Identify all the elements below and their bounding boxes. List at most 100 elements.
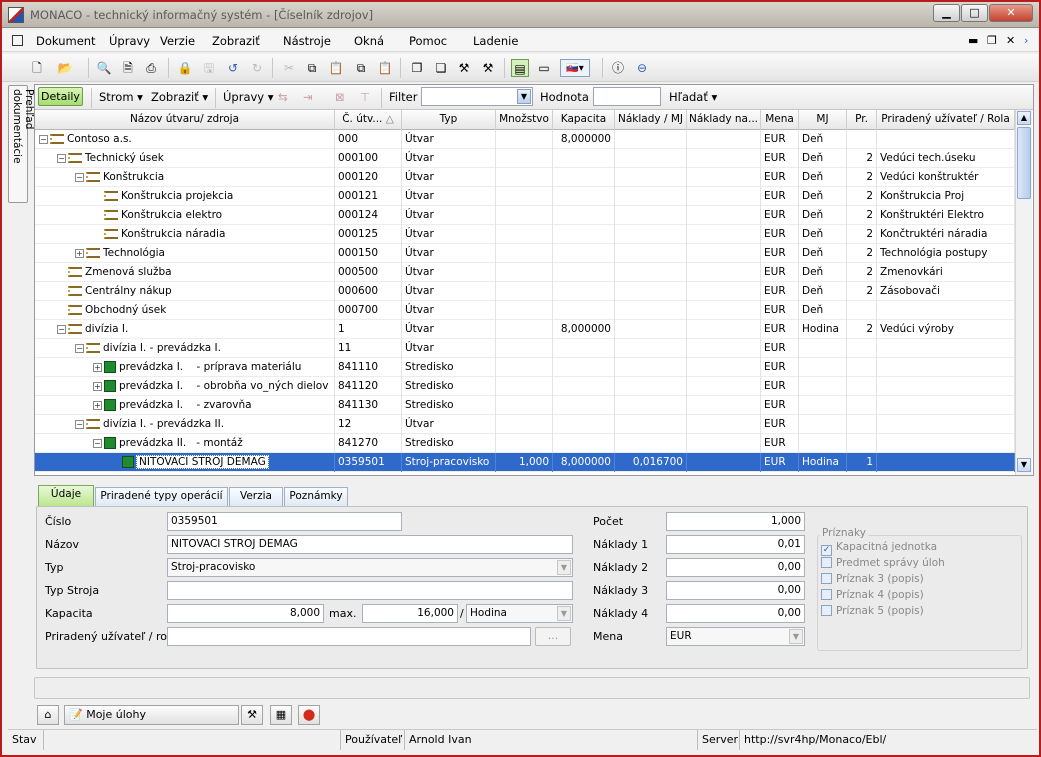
cell-mnozstvo[interactable] (496, 206, 553, 225)
collapse-icon[interactable]: − (93, 438, 102, 448)
cell-mena[interactable]: EUR (761, 244, 799, 263)
scroll-down-icon[interactable]: ▼ (1017, 458, 1031, 472)
cell-nazov[interactable]: − prevádzka II. - montáž (35, 434, 335, 453)
cell-uzivatel[interactable] (877, 434, 1015, 453)
windows-icon[interactable]: ❏ (432, 59, 450, 77)
cell-kapacita[interactable] (553, 225, 615, 244)
chevron-right-icon[interactable]: › (1024, 34, 1028, 47)
cell-uzivatel[interactable]: Konštruktéri Elektro (877, 206, 1015, 225)
cell-nakladyna[interactable] (687, 396, 761, 415)
cell-nakladyna[interactable] (687, 168, 761, 187)
home-doc-icon[interactable]: ⌂ (37, 705, 59, 725)
cell-pr[interactable] (847, 339, 877, 358)
menu-zobrazit[interactable]: Zobraziť (212, 34, 260, 48)
cell-kapacita[interactable] (553, 263, 615, 282)
chevron-down-icon[interactable]: ▼ (557, 560, 571, 575)
table-row[interactable]: Obchodný úsek 000700 Útvar EUR Deň (35, 301, 1015, 320)
cell-mena[interactable]: EUR (761, 377, 799, 396)
cell-mnozstvo[interactable] (496, 415, 553, 434)
max-field[interactable]: 16,000 (362, 604, 458, 623)
cell-typ[interactable]: Útvar (402, 339, 496, 358)
title-bar[interactable]: MONACO - technický informačný systém - [… (2, 2, 1039, 28)
cell-mj[interactable]: Deň (799, 206, 847, 225)
cell-cislo[interactable]: 000 (335, 130, 402, 149)
cell-naklady[interactable] (615, 301, 687, 320)
cell-mj[interactable]: Deň (799, 130, 847, 149)
expand-icon[interactable]: + (75, 248, 84, 258)
cell-cislo[interactable]: 1 (335, 320, 402, 339)
menu-upravy[interactable]: Úpravy (109, 34, 150, 48)
cell-cislo[interactable]: 12 (335, 415, 402, 434)
cell-naklady[interactable]: 0,016700 (615, 453, 687, 472)
table-row[interactable]: − Konštrukcia 000120 Útvar EUR Deň 2 Vedúci kon… (35, 168, 1015, 187)
cell-mj[interactable] (799, 377, 847, 396)
cell-kapacita[interactable] (553, 301, 615, 320)
table-row[interactable]: Konštrukcia náradia 000125 Útvar EUR Deň 2 Kon… (35, 225, 1015, 244)
cell-mj[interactable]: Deň (799, 168, 847, 187)
cell-naklady[interactable] (615, 206, 687, 225)
cell-uzivatel[interactable]: Končtruktéri náradia (877, 225, 1015, 244)
cislo-field[interactable]: 0359501 (167, 512, 402, 531)
cell-mena[interactable]: EUR (761, 320, 799, 339)
cell-mj[interactable]: Hodina (799, 320, 847, 339)
kapacita-field[interactable]: 8,000 (167, 604, 324, 623)
col-naklady-na[interactable]: Náklady na... (687, 110, 761, 130)
cell-typ[interactable]: Útvar (402, 206, 496, 225)
cell-nakladyna[interactable] (687, 453, 761, 472)
cell-nazov[interactable]: Zmenová služba (35, 263, 335, 282)
cell-mnozstvo[interactable] (496, 244, 553, 263)
checkbox-checked-icon[interactable]: ✓ (821, 545, 832, 556)
cell-mj[interactable]: Deň (799, 282, 847, 301)
cell-mnozstvo[interactable] (496, 339, 553, 358)
cell-mj[interactable]: Deň (799, 225, 847, 244)
cell-typ[interactable]: Stredisko (402, 358, 496, 377)
cell-mnozstvo[interactable] (496, 225, 553, 244)
tab-priradene-typy[interactable]: Priradené typy operácií (95, 487, 228, 506)
cell-uzivatel[interactable]: Technológia postupy (877, 244, 1015, 263)
cell-mena[interactable]: EUR (761, 168, 799, 187)
menu-verzie[interactable]: Verzie (160, 34, 195, 48)
strom-menu-button[interactable]: Strom ▾ (99, 90, 143, 104)
paste-icon[interactable]: 📋 (327, 59, 345, 77)
col-typ[interactable]: Typ (402, 110, 496, 130)
cell-naklady[interactable] (615, 149, 687, 168)
cell-nakladyna[interactable] (687, 149, 761, 168)
cell-mj[interactable]: Deň (799, 263, 847, 282)
scroll-up-icon[interactable]: ▲ (1017, 111, 1031, 125)
cell-cislo[interactable]: 000124 (335, 206, 402, 225)
cell-naklady[interactable] (615, 320, 687, 339)
collapse-icon[interactable]: − (57, 324, 66, 334)
new-document-icon[interactable]: 🗋 (28, 59, 46, 77)
cell-pr[interactable]: 2 (847, 149, 877, 168)
mena-select[interactable]: EUR ▼ (666, 627, 805, 646)
cell-mnozstvo[interactable] (496, 168, 553, 187)
cell-cislo[interactable]: 841130 (335, 396, 402, 415)
tab-udaje[interactable]: Údaje (38, 485, 94, 507)
cell-uzivatel[interactable]: Zásobovači (877, 282, 1015, 301)
cell-mnozstvo[interactable] (496, 149, 553, 168)
cell-cislo[interactable]: 000121 (335, 187, 402, 206)
col-uzivatel[interactable]: Priradený užívateľ / Rola (877, 110, 1015, 130)
priznak-checkbox[interactable]: Príznak 3 (popis) (821, 573, 924, 585)
doc-restore-icon[interactable]: ❐ (987, 34, 997, 47)
cell-nakladyna[interactable] (687, 320, 761, 339)
cell-nazov[interactable]: Obchodný úsek (35, 301, 335, 320)
hladat-menu-button[interactable]: Hľadať ▾ (669, 90, 717, 104)
cell-nakladyna[interactable] (687, 377, 761, 396)
cell-mnozstvo[interactable] (496, 320, 553, 339)
tab-poznamky[interactable]: Poznámky (284, 487, 348, 506)
cell-naklady[interactable] (615, 415, 687, 434)
cell-nakladyna[interactable] (687, 187, 761, 206)
cell-kapacita[interactable]: 8,000000 (553, 130, 615, 149)
redo-icon[interactable]: ↻ (248, 59, 266, 77)
table-row[interactable]: + Technológia 000150 Útvar EUR Deň 2 Technológi… (35, 244, 1015, 263)
cell-pr[interactable]: 2 (847, 282, 877, 301)
cell-uzivatel[interactable] (877, 415, 1015, 434)
typ-select[interactable]: Stroj-pracovisko ▼ (167, 558, 573, 577)
hodnota-input[interactable] (593, 87, 661, 106)
menu-nastroje[interactable]: Nástroje (283, 34, 331, 48)
window-icon[interactable]: ❐ (408, 59, 426, 77)
cell-kapacita[interactable]: 8,000000 (553, 320, 615, 339)
cell-typ[interactable]: Stroj-pracovisko (402, 453, 496, 472)
cell-pr[interactable] (847, 130, 877, 149)
